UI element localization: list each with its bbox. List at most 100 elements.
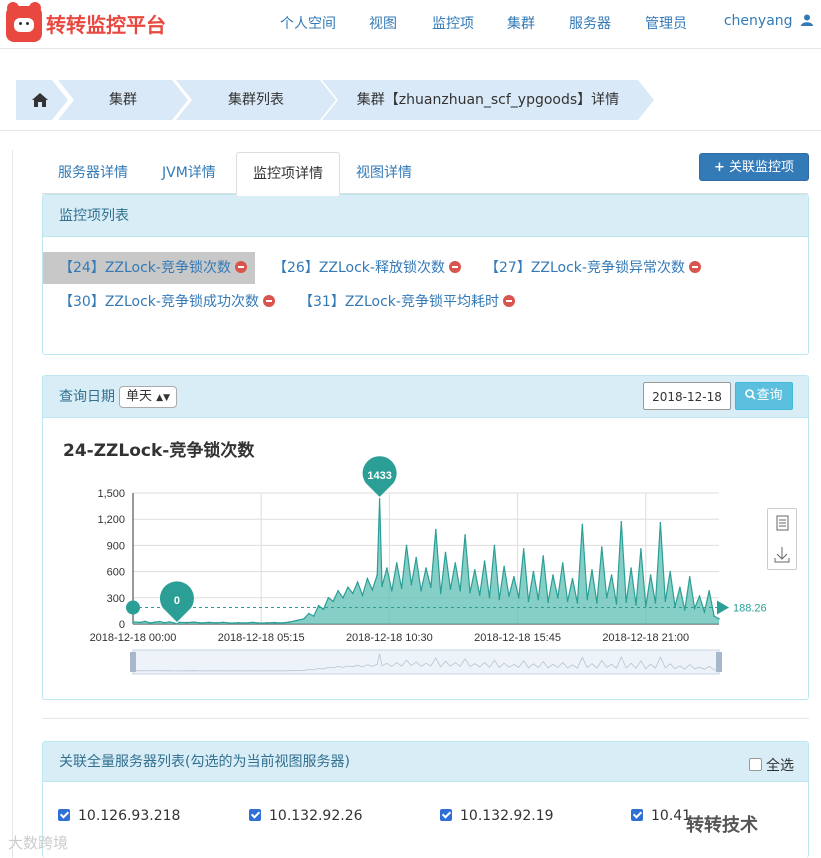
remove-icon[interactable] [688,261,701,273]
data-point [708,590,710,592]
checkbox-checked[interactable] [440,809,452,821]
data-view-icon[interactable] [768,509,796,537]
breadcrumb-cluster[interactable]: 集群 [58,80,188,120]
data-point [356,581,359,583]
monitor-list-title: 监控项列表 [43,195,808,237]
data-point [386,567,388,569]
metric-item-30[interactable]: 【30】ZZLock-竞争锁成功次数 [59,286,275,318]
data-point [522,548,525,550]
brand-title[interactable]: 转转监控平台 [46,9,166,38]
metric-item-31[interactable]: 【31】ZZLock-竞争锁平均耗时 [299,286,515,318]
data-point [698,595,701,597]
data-point [518,597,520,599]
data-point [547,601,549,603]
average-label: 188.26 [733,603,767,615]
select-all[interactable]: 全选 [749,755,794,775]
download-icon[interactable] [768,541,796,569]
data-point [532,570,535,573]
server-item[interactable]: 10.132.92.26 [249,808,363,824]
remove-icon[interactable] [448,261,461,273]
data-point [410,583,413,586]
remove-icon[interactable] [234,261,247,273]
data-point [259,622,261,624]
min-marker-label: 0 [174,595,180,607]
checkbox-checked[interactable] [631,809,643,821]
data-point [527,600,530,603]
data-point [415,556,418,559]
zoom-handle-left [130,652,136,672]
add-monitor-button[interactable]: + 关联监控项 [699,153,809,181]
data-point [425,567,427,569]
data-point [571,577,574,580]
y-tick-label: 0 [119,619,125,631]
metric-item-24[interactable]: 【24】ZZLock-竞争锁次数 [43,252,255,284]
remove-icon[interactable] [262,295,275,307]
data-point [693,607,696,610]
server-item[interactable]: 10.41 [631,808,691,824]
data-point [251,621,254,624]
metric-label: 【24】ZZLock-竞争锁次数 [59,260,231,276]
x-tick-label: 2018-12-18 10:30 [346,632,433,644]
remove-icon[interactable] [502,295,515,307]
data-point [669,570,671,573]
tab-server-detail[interactable]: 服务器详情 [42,152,144,194]
nav-view[interactable]: 视图 [369,13,397,33]
data-point [332,600,335,603]
data-point [688,576,691,578]
select-all-checkbox[interactable] [749,758,762,771]
data-point [659,521,662,524]
metric-item-27[interactable]: 【27】ZZLock-竞争锁异常次数 [485,252,701,284]
tab-view-detail[interactable]: 视图详情 [340,152,428,194]
checkbox-checked[interactable] [249,809,261,821]
data-point [449,588,452,590]
divider [0,130,821,131]
server-item[interactable]: 10.126.93.218 [58,808,180,824]
breadcrumb-cluster-detail: 集群【zhuanzhuan_scf_ypgoods】详情 [322,80,654,120]
nav-cluster[interactable]: 集群 [507,13,535,33]
monitor-chart: 0 300 600 900 1,200 1,500 2018-12-18 00:00 2018… [90,456,767,675]
tab-jvm-detail[interactable]: JVM详情 [146,152,232,194]
data-point [640,548,642,550]
nav-monitor-items[interactable]: 监控项 [432,13,474,33]
x-tick-label: 2018-12-18 15:45 [474,632,561,644]
data-point [391,590,393,592]
breadcrumb-cluster-list[interactable]: 集群列表 [176,80,336,120]
logo-icon[interactable] [6,2,42,42]
data-point [173,622,176,624]
data-point [596,602,598,604]
user-menu[interactable]: chenyang [724,13,813,29]
nav-servers[interactable]: 服务器 [569,13,611,33]
checkbox-checked[interactable] [58,809,70,821]
nav-personal-space[interactable]: 个人空间 [280,13,336,33]
select-all-label: 全选 [766,758,794,774]
user-name: chenyang [723,13,793,29]
data-point [371,589,374,591]
data-point [649,574,652,576]
max-marker-label: 1433 [367,470,391,482]
server-item[interactable]: 10.132.92.19 [440,808,554,824]
data-point [376,574,379,576]
top-navbar: 转转监控平台 个人空间 视图 监控项 集群 服务器 管理员 chenyang [0,0,821,49]
data-point [469,591,471,594]
data-point [361,594,364,596]
data-point [159,620,161,623]
data-point [552,574,554,576]
data-point [420,590,422,592]
breadcrumb-home[interactable] [16,80,68,120]
data-point [327,597,330,599]
metric-label: 【31】ZZLock-竞争锁平均耗时 [299,294,499,310]
y-tick-label: 900 [107,540,125,552]
data-point [144,620,146,623]
data-point [176,623,178,625]
zoom-handle-right [716,652,722,672]
server-ip: 10.132.92.19 [460,808,554,824]
nav-admin[interactable]: 管理员 [645,13,687,33]
x-tick-label: 2018-12-18 21:00 [602,632,689,644]
metric-item-26[interactable]: 【26】ZZLock-释放锁次数 [273,252,461,284]
data-point [605,597,608,599]
tab-monitor-detail[interactable]: 监控项详情 [236,152,340,196]
data-point [229,622,232,624]
data-point [684,609,686,611]
metric-label: 【30】ZZLock-竞争锁成功次数 [59,294,259,310]
data-point [244,622,247,624]
